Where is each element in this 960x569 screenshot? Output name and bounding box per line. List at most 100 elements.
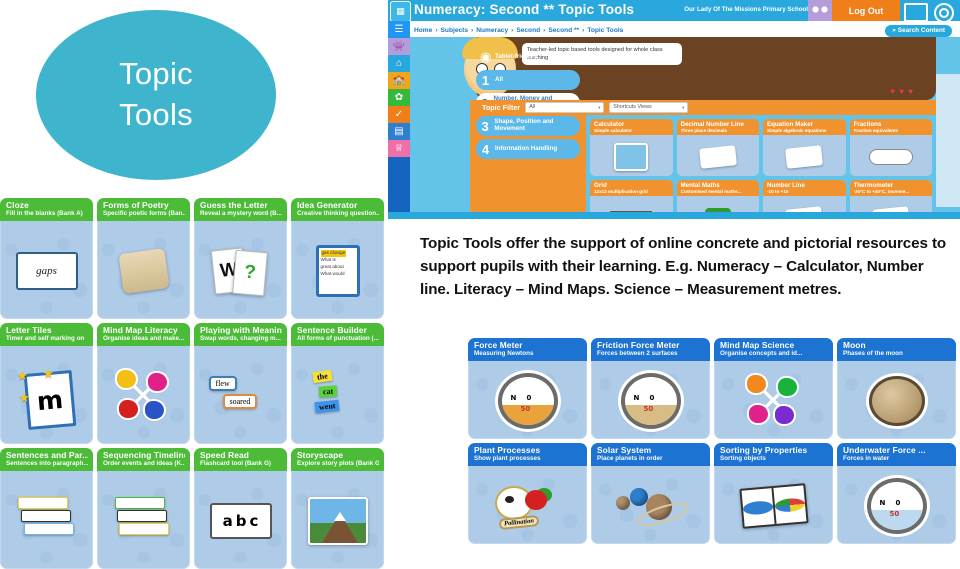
numeracy-tool-tile[interactable]: Equation Maker Simple algebraic equations <box>763 119 846 176</box>
breadcrumb[interactable]: Home › Subjects › Numeracy › Second › Second ** ›… <box>414 23 623 37</box>
breadcrumb-item[interactable]: Topic Tools <box>587 27 623 34</box>
literacy-tile[interactable]: Sentences and Par... Sentences into parag… <box>0 448 93 569</box>
literacy-tile[interactable]: Sentence Builder All forms of punctuation… <box>291 323 384 444</box>
science-tile[interactable]: Mind Map Science Organise concepts and id… <box>714 338 833 439</box>
word-bubble-flew: flew <box>208 376 237 391</box>
science-tile[interactable]: Solar System Place planets in order <box>591 443 710 544</box>
numeracy-tool-tile[interactable]: Decimal Number Line Three place decimals <box>676 119 760 176</box>
paper-sheet <box>23 523 74 535</box>
tile-artwork: N 0 50 <box>468 363 587 439</box>
topic-filter-select-2[interactable]: Shortcuts Views <box>609 102 689 113</box>
topic-filter-select-1[interactable]: All <box>525 102 605 113</box>
tile-header: Letter Tiles Timer and self marking on <box>0 323 93 347</box>
tile-header: Mind Map Literacy Organise ideas and make… <box>97 323 190 347</box>
breadcrumb-item[interactable]: Subjects <box>441 27 468 34</box>
tile-artwork: gas change What is great about What would <box>291 223 384 319</box>
search-content-button[interactable]: ⌕ Search Content <box>885 25 952 37</box>
breadcrumb-item[interactable]: Home <box>414 27 432 34</box>
trophy-icon[interactable]: ♕ <box>388 140 410 157</box>
tile-header: Sorting by Properties Sorting objects <box>714 443 833 467</box>
breadcrumb-separator: › <box>435 26 438 34</box>
literacy-tile[interactable]: Storyscape Explore story plots (Bank G) <box>291 448 384 569</box>
literacy-tile[interactable]: Idea Generator Creative thinking question… <box>291 198 384 319</box>
logout-button[interactable]: Log Out <box>832 0 900 21</box>
numeracy-tool-tile[interactable]: Grid 12x12 multiplication grid <box>590 180 673 213</box>
literacy-tile[interactable]: Mind Map Literacy Organise ideas and make… <box>97 323 190 444</box>
category-item[interactable]: 1 All <box>476 70 580 90</box>
speed-read-card: abc <box>209 503 272 539</box>
sorting-card <box>738 483 809 529</box>
guess-cards: W? <box>210 247 269 297</box>
category-number: 1 <box>481 72 490 88</box>
science-tile[interactable]: Plant Processes Show plant processes Polli… <box>468 443 587 544</box>
tile-title: Forms of Poetry <box>103 201 169 210</box>
numeracy-tool-tile[interactable]: Mental Maths Customised mental maths... <box>676 180 759 213</box>
tile-header: Sequencing Timeline Order events and idea… <box>97 448 190 472</box>
sticky-note: the <box>311 369 332 384</box>
tool-title: Number Line <box>767 182 805 189</box>
numeracy-tool-tile[interactable]: Thermometer -30°C to +40°C, increme... <box>849 180 932 213</box>
meter-label-n: N <box>633 394 640 402</box>
hamburger-icon[interactable]: ☰ <box>388 21 410 38</box>
tile-title: Moon <box>843 341 866 350</box>
tile-header: Plant Processes Show plant processes <box>468 443 587 467</box>
slide-canvas: Topic Tools Cloze Fill in the blanks (Ban… <box>0 0 960 569</box>
plant-icon[interactable]: ✿ <box>388 89 410 106</box>
tile-header: Sentences and Par... Sentences into parag… <box>0 448 93 472</box>
category-item[interactable]: ◉ Tablet-friendly <box>476 47 580 67</box>
tool-artwork <box>677 138 760 176</box>
literacy-tile[interactable]: Letter Tiles Timer and self marking on m ★ ★… <box>0 323 93 444</box>
tool-subtitle: 12x12 multiplication grid <box>594 189 648 195</box>
numeracy-tool-tile[interactable]: Fractions Fraction equivalents <box>849 119 933 176</box>
tool-artwork <box>850 138 933 176</box>
sentence-sticky-notes: the cat went <box>311 369 365 421</box>
science-tile[interactable]: Force Meter Measuring Newtons N 0 50 <box>468 338 587 439</box>
tile-subtitle: Creative thinking question... <box>297 210 379 218</box>
literacy-tile[interactable]: Guess the Letter Reveal a mystery word (B… <box>194 198 287 319</box>
tool-subtitle: Three place decimals <box>680 128 727 134</box>
monster-avatar-icon[interactable]: 👾 <box>388 38 410 55</box>
breadcrumb-item[interactable]: Second <box>516 27 540 34</box>
tile-subtitle: Sorting objects <box>720 455 766 463</box>
gear-icon[interactable] <box>934 3 954 23</box>
solar-system-art <box>615 484 691 531</box>
badge-line-1: Topic <box>119 56 193 92</box>
tile-title: Plant Processes <box>474 446 541 455</box>
home-icon[interactable]: ⌂ <box>388 55 410 72</box>
mindmap-node <box>144 401 164 419</box>
category-item[interactable]: 4 Information Handling <box>476 139 580 159</box>
check-icon[interactable]: ✓ <box>388 106 410 123</box>
tool-art <box>785 145 824 169</box>
books-icon[interactable]: ▤ <box>388 123 410 140</box>
literacy-tile[interactable]: Speed Read Flashcard tool (Bank G) a b c <box>194 448 287 569</box>
numeracy-tool-tile[interactable]: Number Line -10 to +10 <box>763 180 846 213</box>
science-tile[interactable]: Moon Phases of the moon <box>837 338 956 439</box>
tile-subtitle: Order events and ideas (K... <box>103 460 185 468</box>
tool-header: Number Line -10 to +10 <box>763 180 846 197</box>
breadcrumb-item[interactable]: Numeracy <box>476 27 508 34</box>
tool-artwork <box>590 138 673 176</box>
science-tile[interactable]: Sorting by Properties Sorting objects <box>714 443 833 544</box>
science-tile[interactable]: Friction Force Meter Forces between 2 sur… <box>591 338 710 439</box>
numeracy-tool-tile[interactable]: Calculator Simple calculator <box>590 119 673 176</box>
timeline-sheet <box>114 497 165 509</box>
user-avatar[interactable] <box>808 0 832 21</box>
literacy-tile[interactable]: Forms of Poetry Specific poetic forms (Ba… <box>97 198 190 319</box>
tile-subtitle: Forces between 2 surfaces <box>597 350 678 358</box>
paragraph-papers <box>17 497 76 545</box>
science-tile-grid: Force Meter Measuring Newtons N 0 50 Friction… <box>468 338 960 544</box>
stage-right-column <box>936 74 960 207</box>
literacy-tile[interactable]: Playing with Meaning Swap words, changing… <box>194 323 287 444</box>
school-icon[interactable]: 🏫 <box>388 72 410 89</box>
category-item[interactable]: 3 Shape, Position and Movement <box>476 116 580 136</box>
literacy-tile[interactable]: Cloze Fill in the blanks (Bank A) gaps <box>0 198 93 319</box>
category-number: 3 <box>481 118 489 134</box>
meter-label-zero: 0 <box>649 394 655 402</box>
literacy-tile[interactable]: Sequencing Timeline Order events and idea… <box>97 448 190 569</box>
tile-artwork <box>714 363 833 439</box>
tile-title: Sentence Builder <box>297 326 368 335</box>
breadcrumb-item[interactable]: Second ** <box>548 27 579 34</box>
monitor-icon[interactable] <box>904 3 928 22</box>
tile-artwork: gaps <box>0 223 93 319</box>
science-tile[interactable]: Underwater Force ... Forces in water N 0 50 <box>837 443 956 544</box>
